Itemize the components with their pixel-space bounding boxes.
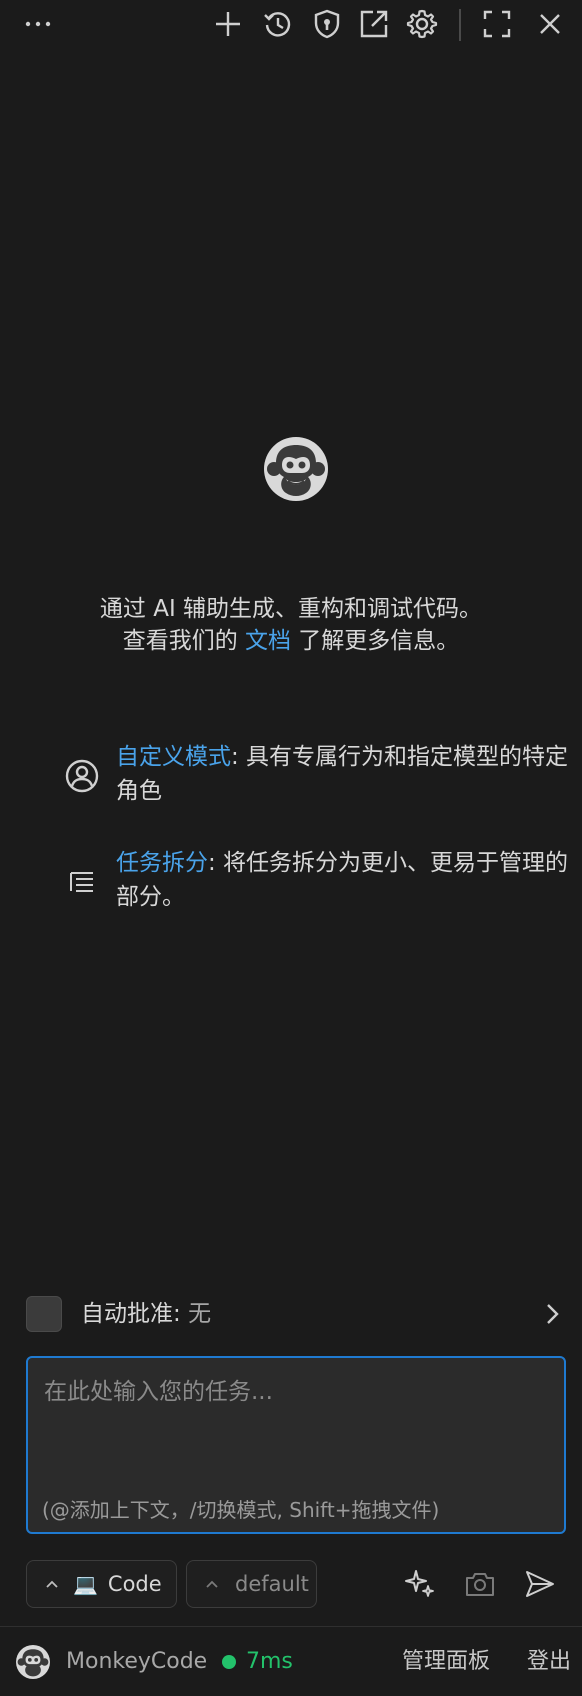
shield-icon[interactable] (309, 6, 345, 42)
external-link-icon[interactable] (356, 6, 392, 42)
feature-custom-modes-text: 自定义模式: 具有专属行为和指定模型的特定角色 (116, 740, 582, 808)
auto-approve-checkbox[interactable] (26, 1296, 62, 1332)
top-toolbar (0, 0, 582, 50)
docs-link[interactable]: 文档 (245, 628, 291, 654)
profile-label: default (235, 1572, 309, 1596)
fullscreen-icon[interactable] (479, 6, 515, 42)
history-icon[interactable] (260, 6, 296, 42)
intro-line-2: 查看我们的 文档 了解更多信息。 (0, 625, 582, 657)
gear-icon[interactable] (404, 6, 440, 42)
camera-icon[interactable] (462, 1566, 498, 1602)
connection-status-dot (222, 1655, 236, 1669)
auto-approve-value: 无 (188, 1301, 212, 1327)
auto-approve-label: 自动批准: 无 (81, 1298, 211, 1330)
feature-custom-modes: 自定义模式: 具有专属行为和指定模型的特定角色 (60, 740, 568, 816)
mode-selector[interactable]: 💻 Code (26, 1560, 177, 1608)
task-input-box: (@添加上下文，/切换模式, Shift+拖拽文件) (26, 1356, 566, 1534)
latency-value: 7ms (246, 1649, 293, 1674)
close-icon[interactable] (532, 6, 568, 42)
plus-icon[interactable] (210, 6, 246, 42)
monkey-logo-icon (264, 437, 328, 501)
custom-modes-link[interactable]: 自定义模式 (116, 744, 231, 770)
task-input[interactable] (42, 1370, 552, 1474)
task-list-icon (60, 860, 104, 904)
feature-task-split: 任务拆分: 将任务拆分为更小、更易于管理的部分。 (60, 846, 568, 922)
chevron-up-icon (46, 1580, 58, 1588)
auto-approve-title: 自动批准 (81, 1301, 173, 1327)
intro-suffix: 了解更多信息。 (291, 628, 460, 654)
more-icon[interactable] (20, 6, 56, 42)
mode-label: Code (107, 1572, 162, 1596)
intro-line-1: 通过 AI 辅助生成、重构和调试代码。 (99, 596, 483, 622)
sparkle-icon[interactable] (402, 1566, 438, 1602)
monkey-avatar-icon (16, 1645, 50, 1679)
auto-approve-separator: : (173, 1301, 189, 1327)
logout-link[interactable]: 登出 (527, 1647, 571, 1677)
profile-selector[interactable]: default (186, 1560, 317, 1608)
laptop-icon: 💻 (73, 1572, 98, 1596)
admin-panel-link[interactable]: 管理面板 (402, 1647, 490, 1677)
toolbar-separator (459, 9, 461, 41)
status-bar: MonkeyCode 7ms 管理面板 登出 (0, 1627, 582, 1696)
chevron-up-icon (206, 1580, 218, 1588)
user-circle-icon (60, 754, 104, 798)
chevron-right-icon[interactable] (538, 1300, 566, 1328)
auto-approve-row[interactable]: 自动批准: 无 (26, 1296, 566, 1334)
feature-task-split-text: 任务拆分: 将任务拆分为更小、更易于管理的部分。 (116, 846, 582, 914)
task-split-link[interactable]: 任务拆分 (116, 850, 208, 876)
input-hint: (@添加上下文，/切换模式, Shift+拖拽文件) (42, 1498, 440, 1522)
intro-prefix: 查看我们的 (122, 628, 245, 654)
app-name: MonkeyCode (66, 1649, 208, 1674)
send-icon[interactable] (522, 1566, 558, 1602)
